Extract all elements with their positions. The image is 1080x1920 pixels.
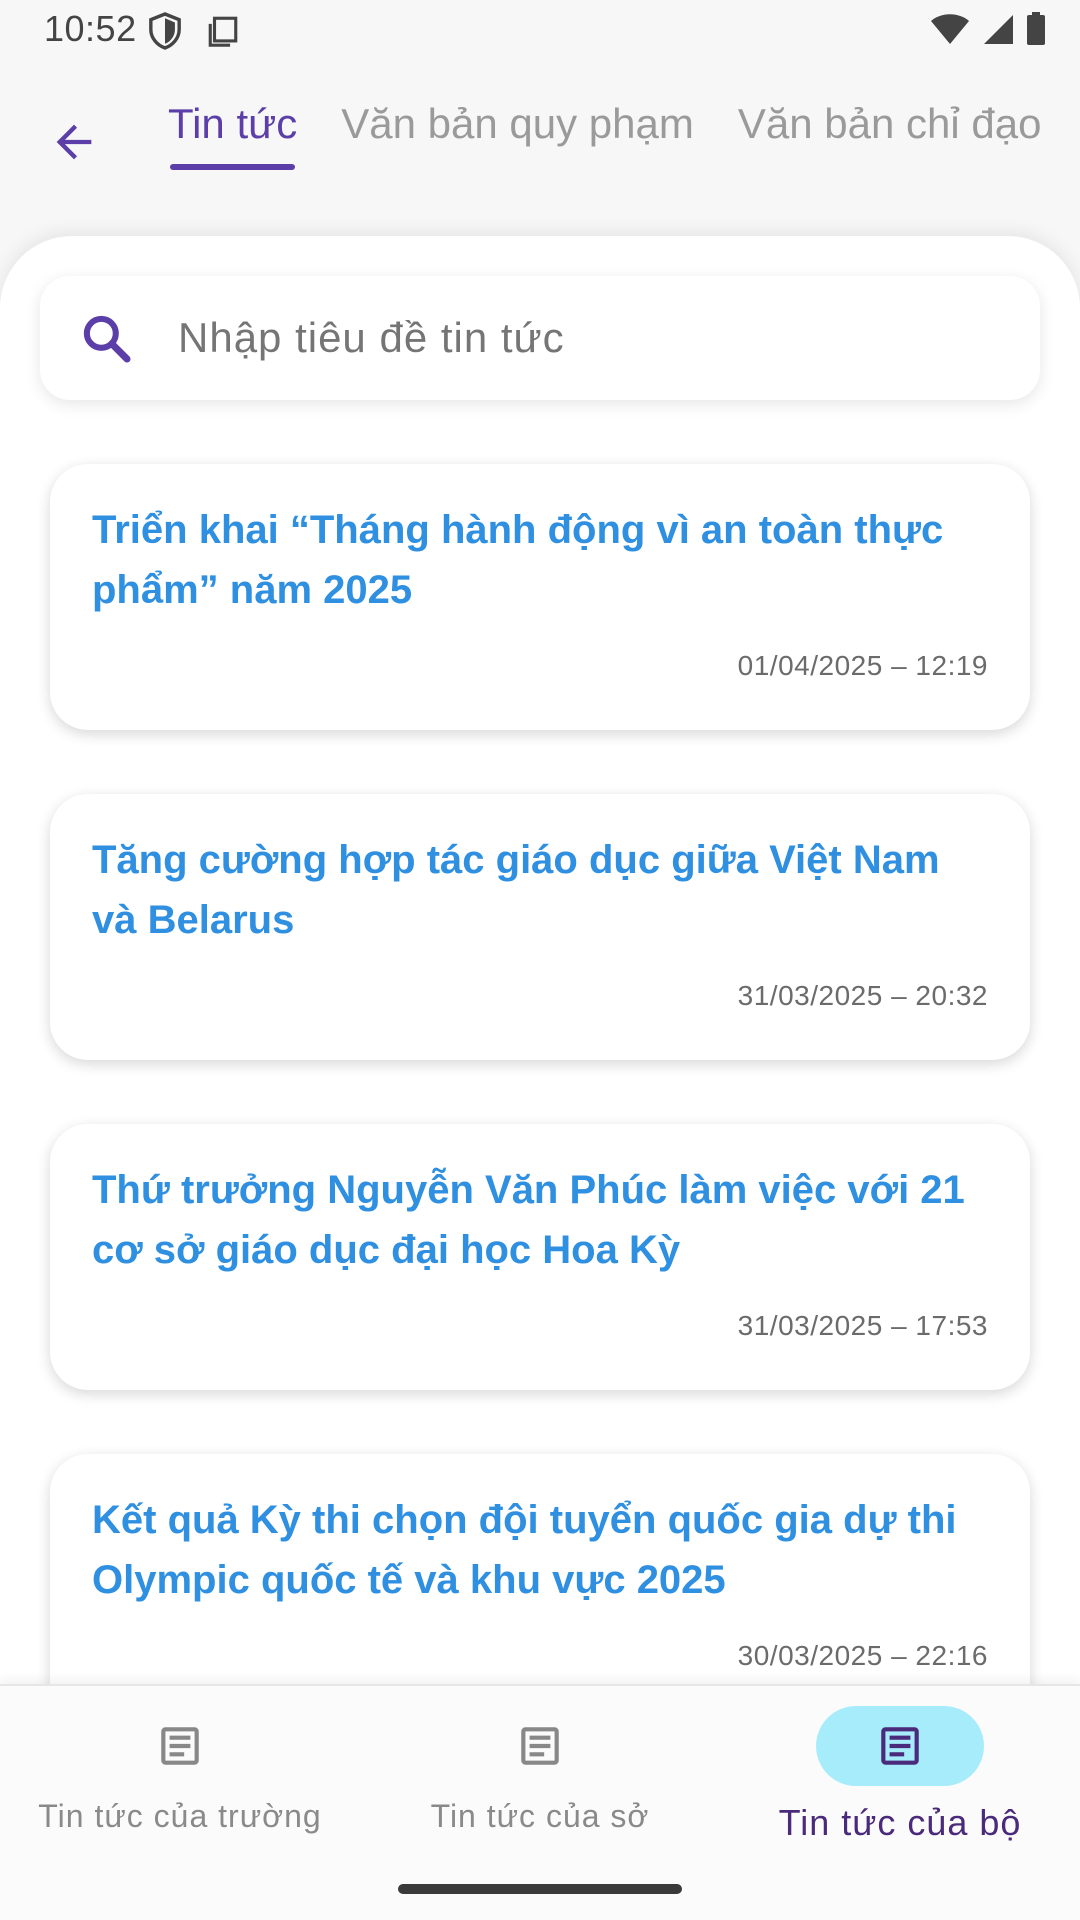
- tab-van-ban-quy-pham[interactable]: Văn bản quy phạm: [341, 88, 694, 170]
- news-title: Tăng cường hợp tác giáo dục giữa Việt Na…: [92, 838, 940, 942]
- news-timestamp: 31/03/2025 – 17:53: [737, 1310, 988, 1341]
- status-time: 10:52: [44, 8, 137, 49]
- nav-label: Tin tức của bộ: [778, 1802, 1022, 1843]
- active-indicator-pill: [816, 1706, 984, 1786]
- document-icon: [161, 1727, 199, 1765]
- search-input[interactable]: [178, 276, 998, 400]
- nav-item-tin-tuc-cua-so[interactable]: Tin tức của sở: [360, 1686, 720, 1866]
- top-app-bar: Tin tức Văn bản quy phạm Văn bản chỉ đạo: [0, 88, 1080, 178]
- document-icon: [521, 1727, 559, 1765]
- news-list: Triển khai “Tháng hành động vì an toàn t…: [50, 464, 1030, 1686]
- news-timestamp: 01/04/2025 – 12:19: [737, 650, 988, 681]
- tab-indicator: [170, 164, 296, 170]
- news-title: Thứ trưởng Nguyễn Văn Phúc làm việc với …: [92, 1168, 965, 1272]
- search-box[interactable]: [40, 276, 1040, 400]
- search-icon: [83, 315, 131, 363]
- arrow-back-icon: [56, 124, 92, 160]
- tab-label: Văn bản quy phạm: [341, 100, 694, 147]
- news-card[interactable]: Kết quả Kỳ thi chọn đội tuyển quốc gia d…: [50, 1454, 1030, 1686]
- tab-tin-tuc[interactable]: Tin tức: [168, 88, 297, 170]
- nav-label: Tin tức của trường: [38, 1798, 322, 1834]
- news-card[interactable]: Triển khai “Tháng hành động vì an toàn t…: [50, 464, 1030, 730]
- cell-signal-icon: [984, 15, 1013, 44]
- nav-item-tin-tuc-cua-truong[interactable]: Tin tức của trường: [0, 1686, 360, 1866]
- news-card[interactable]: Tăng cường hợp tác giáo dục giữa Việt Na…: [50, 794, 1030, 1060]
- home-indicator[interactable]: [398, 1884, 682, 1894]
- back-button[interactable]: [38, 106, 110, 178]
- status-bar: 10:52: [0, 0, 1080, 64]
- nav-label: Tin tức của sở: [430, 1798, 650, 1834]
- news-card[interactable]: Thứ trưởng Nguyễn Văn Phúc làm việc với …: [50, 1124, 1030, 1390]
- sim-card-icon: [208, 16, 238, 47]
- nav-item-tin-tuc-cua-bo[interactable]: Tin tức của bộ: [720, 1686, 1080, 1866]
- tab-bar: Tin tức Văn bản quy phạm Văn bản chỉ đạo: [168, 88, 1080, 170]
- news-timestamp: 31/03/2025 – 20:32: [737, 980, 988, 1011]
- content-sheet: Triển khai “Tháng hành động vì an toàn t…: [0, 236, 1080, 1686]
- tab-van-ban-chi-dao[interactable]: Văn bản chỉ đạo: [738, 88, 1042, 170]
- news-title: Kết quả Kỳ thi chọn đội tuyển quốc gia d…: [92, 1498, 957, 1602]
- news-title: Triển khai “Tháng hành động vì an toàn t…: [92, 508, 944, 612]
- tab-label: Văn bản chỉ đạo: [737, 100, 1042, 147]
- wifi-icon: [931, 14, 969, 44]
- news-timestamp: 30/03/2025 – 22:16: [737, 1640, 988, 1671]
- document-icon: [881, 1727, 919, 1765]
- tab-label: Tin tức: [168, 100, 298, 147]
- shield-icon: [149, 12, 181, 50]
- battery-icon: [1027, 12, 1045, 45]
